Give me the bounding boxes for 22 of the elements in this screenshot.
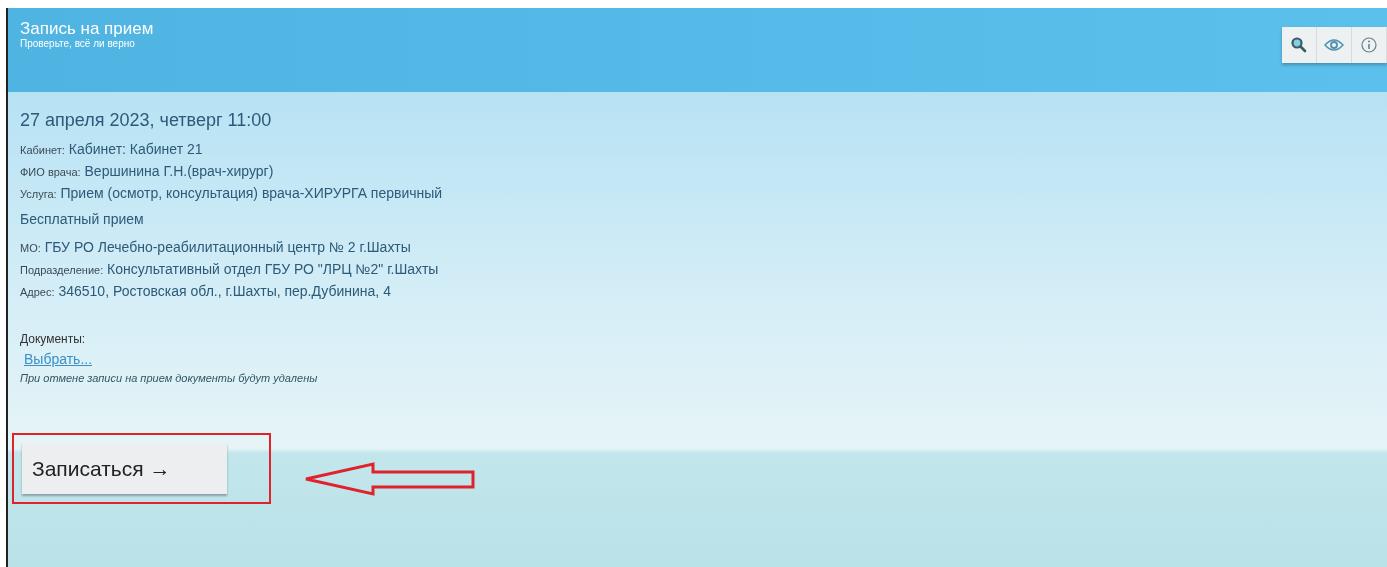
field-value: 346510, Ростовская обл., г.Шахты, пер.Дубинина, 4	[58, 283, 391, 299]
documents-note: При отмене записи на прием документы будут удалены	[20, 371, 319, 386]
payment-type: Бесплатный прием	[20, 211, 145, 227]
field-value: ГБУ РО Лечебно-реабилитационный центр № 2 г.Шахты	[44, 239, 411, 255]
field-label: ФИО врача:	[20, 166, 81, 178]
search-icon	[1291, 37, 1307, 53]
field-label: Адрес:	[20, 286, 55, 298]
page-subtitle: Проверьте, всё ли верно	[20, 38, 136, 50]
field-label: Услуга:	[20, 188, 57, 200]
field-label: Подразделение:	[20, 264, 104, 276]
field-value: Консультативный отдел ГБУ РО "ЛРЦ №2" г.Шахты	[107, 261, 439, 277]
page-title: Запись на прием	[20, 20, 154, 38]
documents-label: Документы:	[20, 331, 87, 348]
info-icon	[1361, 37, 1377, 53]
field-value: Вершинина Г.Н.(врач-хирург)	[84, 163, 274, 179]
field-label: Кабинет:	[20, 144, 65, 156]
eye-icon	[1324, 38, 1344, 52]
field-value: Прием (осмотр, консультация) врача-ХИРУРГА первичный	[60, 185, 443, 201]
field-label: МО:	[20, 242, 41, 254]
appointment-datetime: 27 апреля 2023, четверг 11:00	[20, 110, 273, 131]
field-value: Кабинет: Кабинет 21	[68, 141, 203, 157]
submit-button[interactable]: Записаться →	[22, 443, 227, 494]
